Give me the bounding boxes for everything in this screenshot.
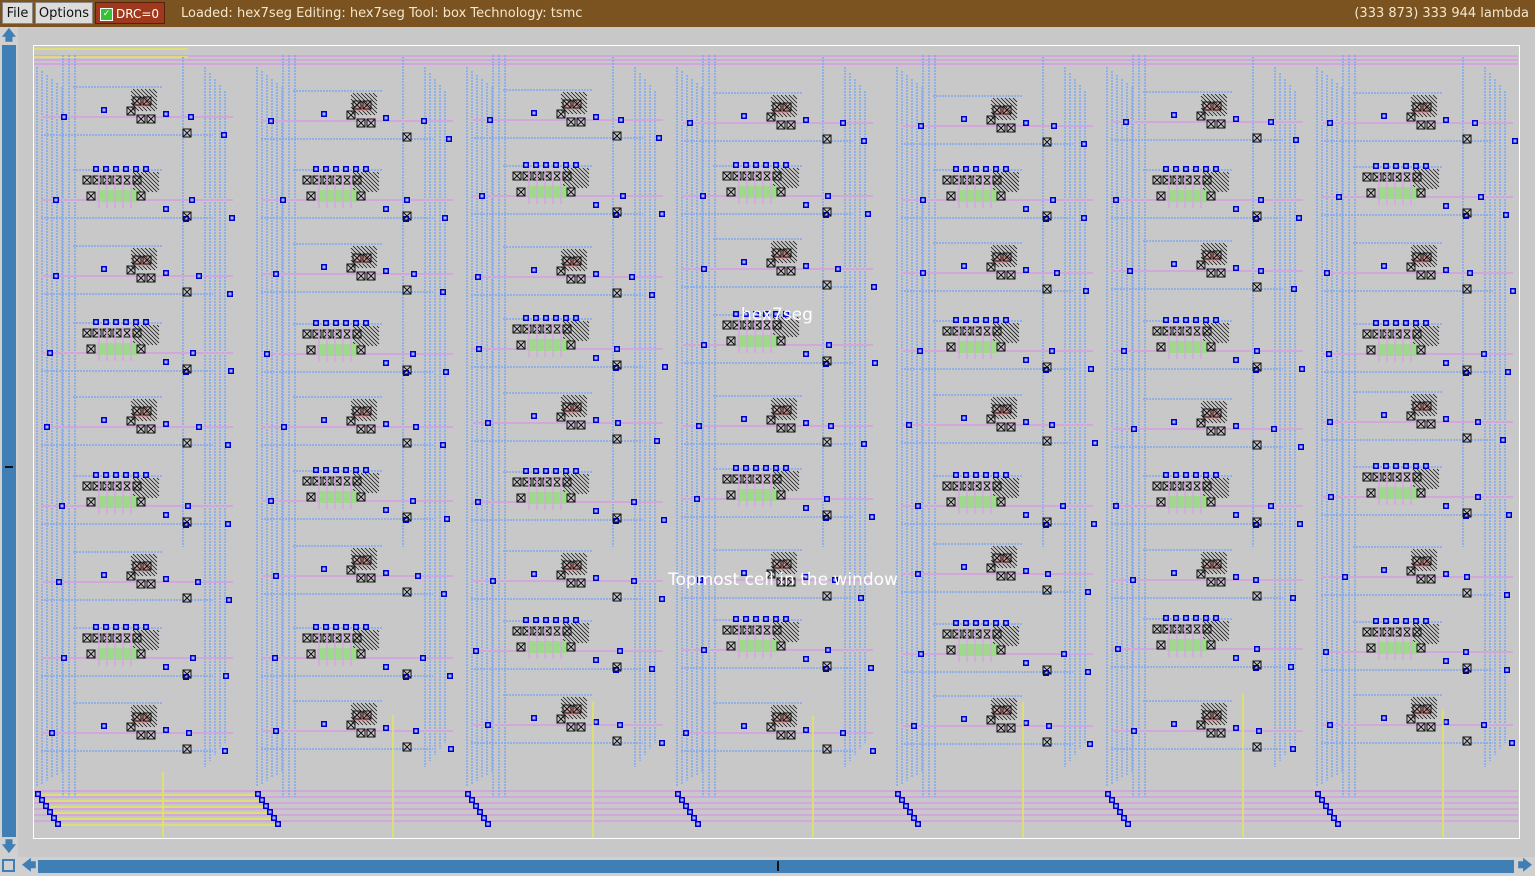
horizontal-scroll-thumb[interactable] [777, 861, 779, 871]
top-toolbar: File Options ✓ DRC=0 Loaded: hex7seg Edit… [0, 0, 1535, 27]
arrow-down-icon[interactable]: 🡇 [1, 839, 17, 855]
arrow-up-icon[interactable]: 🡅 [1, 28, 17, 44]
arrow-left-icon[interactable]: 🡄 [21, 858, 37, 874]
vertical-scroll-track[interactable] [2, 45, 16, 837]
arrow-right-icon[interactable]: 🡆 [1517, 858, 1533, 874]
horizontal-scrollbar[interactable]: 🡄 🡆 [0, 857, 1535, 876]
drc-label: DRC=0 [116, 7, 160, 21]
options-menu-button[interactable]: Options [35, 2, 93, 24]
vertical-scrollbar[interactable]: 🡅 🡇 [0, 27, 18, 857]
square-icon[interactable] [2, 859, 15, 872]
horizontal-scroll-track[interactable] [38, 860, 1514, 873]
drc-toggle-button[interactable]: ✓ DRC=0 [95, 2, 165, 24]
cursor-coordinates: (333 873) 333 944 lambda [1354, 6, 1529, 21]
layout-canvas[interactable]: hex7seg Topmost cell in the window [18, 27, 1535, 857]
checkbox-icon[interactable]: ✓ [100, 8, 113, 21]
status-text: Loaded: hex7seg Editing: hex7seg Tool: b… [181, 6, 583, 21]
file-menu-button[interactable]: File [2, 2, 33, 24]
vertical-scroll-thumb[interactable] [5, 466, 13, 468]
cell-boundary [33, 45, 1520, 839]
